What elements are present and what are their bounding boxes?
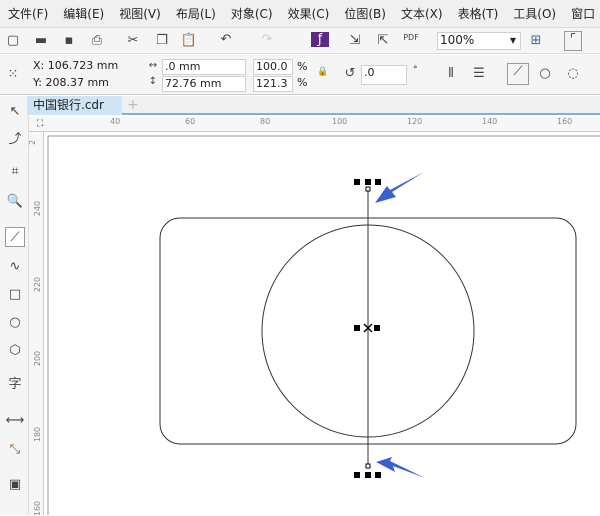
zoom-value: 100% xyxy=(440,33,475,47)
artistic-media-icon[interactable]: ∿ xyxy=(5,257,25,277)
scale-x-field[interactable]: 100.0 xyxy=(253,59,293,75)
rotation-angle-field[interactable]: .0 xyxy=(361,65,407,85)
shadow-tool-icon[interactable]: ▣ xyxy=(5,475,25,495)
undo-icon[interactable]: ↶ xyxy=(217,32,235,47)
height-icon: ↕ xyxy=(148,76,158,87)
rectangle-tool-icon[interactable]: □ xyxy=(5,285,25,305)
line-tool-icon[interactable]: ⟋ xyxy=(5,227,25,247)
ruler-label: 200 xyxy=(33,350,43,367)
document-tabs: 中国银行.cdr + xyxy=(27,96,600,115)
selection-handles-top[interactable] xyxy=(354,179,381,185)
ruler-label: 180 xyxy=(33,426,43,443)
new-document-icon[interactable]: ▢ xyxy=(4,33,22,48)
menu-view[interactable]: 视图(V) xyxy=(111,5,168,22)
menu-bar: 文件(F) 编辑(E) 视图(V) 布局(L) 对象(C) 效果(C) 位图(B… xyxy=(0,0,600,28)
crop-tool-icon[interactable]: ⌗ xyxy=(5,162,25,182)
toolbox: ↖ ⤴ ⌗ 🔍 ⟋ ∿ □ ○ ⬡ 字 ⟷ ⤡ ▣ xyxy=(0,96,29,515)
ellipse-tool-icon[interactable]: ○ xyxy=(5,313,25,333)
percent-y-label: % xyxy=(297,76,308,89)
menu-bitmap[interactable]: 位图(B) xyxy=(336,5,393,22)
connector-tool-icon[interactable]: ⤡ xyxy=(5,440,25,460)
pick-tool-icon[interactable]: ↖ xyxy=(5,102,25,122)
ruler-label: 160 xyxy=(557,117,573,126)
menu-layout[interactable]: 布局(L) xyxy=(168,5,223,22)
mirror-vertical-icon[interactable]: ☰ xyxy=(470,66,488,81)
drawing-canvas[interactable] xyxy=(44,132,600,515)
line-node-bottom[interactable] xyxy=(365,463,371,469)
add-tab-button[interactable]: + xyxy=(127,97,139,113)
pdf-icon[interactable]: PDF xyxy=(402,33,420,42)
selection-handles-bottom[interactable] xyxy=(354,472,381,478)
circle-node-icon[interactable]: ○ xyxy=(536,66,554,81)
property-bar: ⁙ X: 106.723 mm Y: 208.37 mm ↔ ↕ .0 mm 7… xyxy=(0,55,600,95)
circle-nodes-icon[interactable]: ◌ xyxy=(564,66,582,81)
text-tool-icon[interactable]: 字 xyxy=(5,375,25,395)
paste-icon[interactable]: 📋 xyxy=(180,33,198,48)
chevron-down-icon: ▾ xyxy=(509,33,516,47)
menu-effects[interactable]: 效果(C) xyxy=(280,5,337,22)
ruler-label: 100 xyxy=(332,117,348,126)
ruler-label: 220 xyxy=(33,276,43,293)
line-node-top[interactable] xyxy=(365,186,371,192)
dimension-tool-icon[interactable]: ⟷ xyxy=(5,411,25,431)
mirror-horizontal-icon[interactable]: ⫴ xyxy=(442,66,460,81)
zoom-tool-icon[interactable]: 🔍 xyxy=(5,192,25,212)
import-icon[interactable]: ⇲ xyxy=(346,33,364,48)
width-icon: ↔ xyxy=(148,60,158,71)
reference-point-icon[interactable]: ⁙ xyxy=(4,67,22,82)
ruler-origin-icon[interactable]: ⛶ xyxy=(37,119,43,129)
open-icon[interactable]: ▬ xyxy=(32,33,50,48)
scale-y-field[interactable]: 121.3 xyxy=(253,76,293,92)
menu-object[interactable]: 对象(C) xyxy=(223,5,280,22)
menu-tools[interactable]: 工具(O) xyxy=(505,5,563,22)
ruler-label: 240 xyxy=(33,200,43,217)
ruler-label: 80 xyxy=(260,117,271,126)
width-field[interactable]: .0 mm xyxy=(162,59,246,75)
ruler-label: 120 xyxy=(407,117,423,126)
shape-tool-icon[interactable]: ⤴ xyxy=(5,130,25,150)
save-icon[interactable]: ▪ xyxy=(60,33,78,48)
arrow-annotation-top xyxy=(375,172,424,203)
zoom-level-select[interactable]: 100% ▾ xyxy=(437,32,521,50)
handle-right[interactable] xyxy=(374,325,380,331)
x-position-field[interactable]: X: 106.723 mm xyxy=(31,59,131,75)
ruler-label: 140 xyxy=(482,117,498,126)
standard-toolbar: ▢ ▬ ▪ ⎙ ✂ ❐ 📋 ↶ ↷ ƒ ⇲ ⇱ PDF 100% ▾ ⊞ ⌜ xyxy=(0,28,600,54)
height-field[interactable]: 72.76 mm xyxy=(162,76,246,92)
percent-x-label: % xyxy=(297,60,308,73)
copy-icon[interactable]: ❐ xyxy=(153,33,171,48)
y-position-field[interactable]: Y: 208.37 mm xyxy=(31,76,131,92)
ruler-label: 40 xyxy=(110,117,121,126)
rulers-icon[interactable]: ⌜ xyxy=(564,31,582,51)
handle-left[interactable] xyxy=(354,325,360,331)
print-icon[interactable]: ⎙ xyxy=(88,33,106,48)
ruler-label: 2 xyxy=(28,139,38,146)
menu-edit[interactable]: 编辑(E) xyxy=(55,5,111,22)
cut-icon[interactable]: ✂ xyxy=(124,33,142,48)
degree-label: ° xyxy=(413,65,418,75)
menu-text[interactable]: 文本(X) xyxy=(393,5,450,22)
export-icon[interactable]: ⇱ xyxy=(374,33,392,48)
ruler-label: 60 xyxy=(185,117,196,126)
document-tab-label: 中国银行.cdr xyxy=(33,98,104,112)
horizontal-ruler[interactable]: ⛶ 40 60 80 100 120 140 160 xyxy=(29,117,600,132)
ruler-label: 160 xyxy=(33,500,43,516)
menu-window[interactable]: 窗口 xyxy=(563,5,600,22)
rotate-icon: ↺ xyxy=(344,66,356,81)
lock-ratio-icon[interactable]: 🔒 xyxy=(314,67,332,77)
document-tab[interactable]: 中国银行.cdr xyxy=(27,96,122,115)
app-launcher-icon[interactable]: ƒ xyxy=(311,32,329,47)
vertical-ruler[interactable]: 2 240 220 200 180 160 xyxy=(28,132,44,516)
polygon-tool-icon[interactable]: ⬡ xyxy=(5,341,25,361)
line-tool-icon[interactable]: ⟋ xyxy=(507,63,529,85)
menu-file[interactable]: 文件(F) xyxy=(0,5,55,22)
arrow-annotation-bottom xyxy=(376,457,425,478)
redo-icon[interactable]: ↷ xyxy=(258,32,276,47)
menu-table[interactable]: 表格(T) xyxy=(450,5,506,22)
zoom-fit-icon[interactable]: ⊞ xyxy=(527,33,545,48)
